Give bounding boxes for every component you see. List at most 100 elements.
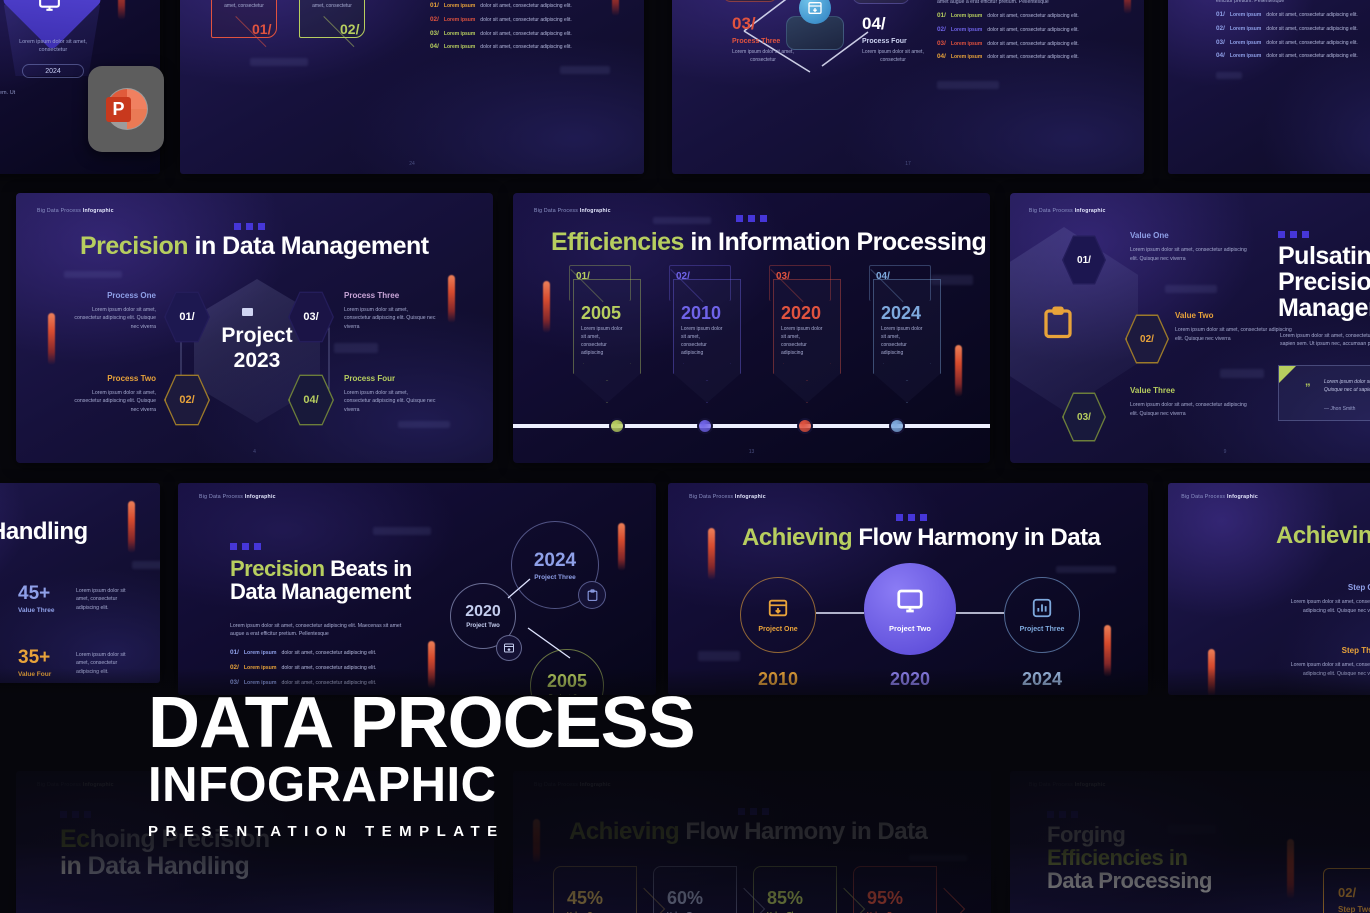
slide-forging-efficiencies[interactable]: Big Data Process Infographic Forging Eff…: [1010, 771, 1370, 913]
process-block-1: Process One Lorem ipsum dolor sit amet, …: [66, 291, 156, 331]
year-card-year: 2005: [581, 303, 622, 323]
slide-paragraph: Lorem ipsum dolor sit amet, consectetur …: [1216, 0, 1285, 4]
process-text: Lorem ipsum dolor sit amet, consectetur: [862, 49, 924, 63]
slide-title-line1: Pulsating: [1278, 242, 1370, 270]
blur-decoration: [1220, 369, 1264, 378]
year-card-number: 04/: [876, 271, 890, 282]
stat-text: Lorem ipsum dolor sit amet, consectetur …: [76, 588, 126, 611]
process-text: Lorem ipsum dolor sit amet, consectetur …: [74, 307, 156, 330]
step-text: Lorem ipsum dolor sit amet, consectetur …: [1290, 599, 1370, 614]
slide-excellence-in-data-management[interactable]: Step One Lorem ipsum dolor sit amet, con…: [180, 0, 644, 174]
process-text: Lorem ipsum dolor sit amet, consectetur …: [344, 390, 436, 413]
powerpoint-app-icon[interactable]: P: [88, 66, 164, 152]
year-card-text: Lorem ipsum dolor sit amet, consectetur …: [781, 326, 823, 356]
monitor-icon: [897, 589, 923, 612]
list-text: dolor sit amet, consectetur adipiscing e…: [480, 30, 572, 37]
timeline-dot[interactable]: [609, 418, 625, 434]
value-block-1: Value One Lorem ipsum dolor sit amet, co…: [1130, 231, 1255, 263]
page-number: 17: [905, 160, 911, 167]
step-number: 01/: [252, 21, 272, 37]
slide-data-handling-stats[interactable]: a Handling 45+ Value Three Lorem ipsum d…: [0, 483, 160, 683]
slide-title-line3: Data Processing: [1047, 868, 1212, 893]
blur-decoration: [937, 81, 999, 89]
clipboard-icon: [587, 588, 597, 601]
hero-title-block: DATA PROCESS INFOGRAPHIC PRESENTATION TE…: [0, 687, 820, 841]
page-number: 24: [409, 160, 415, 167]
process-block-2: Process Two Lorem ipsum dolor sit amet, …: [66, 374, 156, 414]
timeline-dot[interactable]: [889, 418, 905, 434]
hero-subtitle: INFOGRAPHIC: [148, 757, 497, 812]
flow-node-project-one[interactable]: Project One: [740, 577, 816, 653]
powerpoint-icon: P: [106, 88, 148, 130]
brand-label: Big Data Process Infographic: [533, 207, 611, 214]
list-text: dolor sit amet, consectetur adipiscing e…: [480, 3, 572, 9]
flow-node-project-three[interactable]: Project Three: [1004, 577, 1080, 653]
blur-decoration: [1216, 72, 1242, 79]
monitor-icon: [39, 0, 60, 11]
numbered-list: 01/Lorem ipsum dolor sit amet, consectet…: [1216, 11, 1370, 66]
footer-line-a: nec ut sapien sem. Ut: [0, 90, 16, 96]
list-item: 01/Lorem ipsum dolor sit amet, consectet…: [430, 2, 640, 9]
timeline-bar: [513, 424, 990, 428]
list-number: 03/: [1216, 38, 1225, 46]
year-card-list: 01/2005 Lorem ipsum dolor sit amet, conse…: [538, 265, 983, 405]
title-rest: Data Handling: [81, 852, 250, 880]
list-lead: Lorem ipsum: [1229, 53, 1262, 60]
list-number: 03/: [937, 39, 946, 47]
list-item: 04/Lorem ipsum dolor sit amet, consectet…: [430, 43, 640, 50]
step-number: 02/: [1338, 885, 1357, 900]
flow-node-project-two[interactable]: Project Two: [864, 563, 956, 655]
flow-year: 2024: [1021, 669, 1063, 689]
value-label: Value Three: [1130, 386, 1175, 395]
percent-value: 60%: [667, 888, 704, 908]
circle-year: 2020: [465, 603, 501, 620]
circle-icon-badge: [578, 581, 606, 609]
process-label: Process Three: [344, 291, 400, 300]
slide-achieving-flow-steps[interactable]: Big Data Process Infographic Achieving F…: [1168, 483, 1370, 695]
slide-efficiencies-in-information-processing[interactable]: Big Data Process Infographic Efficiencie…: [513, 193, 990, 463]
flow-year: 2020: [889, 669, 931, 689]
timeline-dot[interactable]: [697, 418, 713, 434]
slide-waves-of-information[interactable]: the Waves of Information Lorem ipsum dol…: [1168, 0, 1370, 174]
process-group: 03/ Process Three Lorem ipsum dolor sit …: [732, 14, 794, 65]
process-label: Process One: [107, 291, 156, 300]
pentagon-year: 2024: [22, 64, 84, 78]
title-lead: in: [60, 852, 82, 880]
step-card[interactable]: 02/ Step Two: [1323, 868, 1370, 913]
step-block-3: Step Three Lorem ipsum dolor sit amet, c…: [1278, 646, 1370, 678]
process-label: Process Three: [732, 38, 781, 45]
list-text: dolor sit amet, consectetur adipiscing e…: [1266, 39, 1358, 46]
slide-title-line2: in Data Handling: [60, 852, 250, 880]
blur-decoration: [1168, 825, 1216, 834]
step-label: Step Three: [1341, 646, 1370, 655]
process-block-4: Process Four Lorem ipsum dolor sit amet,…: [344, 374, 436, 414]
node-number: 02/: [179, 394, 195, 406]
slide-efficiency-in-data-flow[interactable]: 03/ Process Three Lorem ipsum dolor sit …: [672, 0, 1144, 174]
list-lead: Lorem ipsum: [1229, 25, 1262, 32]
list-number: 01/: [1216, 11, 1225, 18]
flame-decoration: [1287, 839, 1294, 899]
list-number: 03/: [430, 29, 439, 37]
chart-bar-icon: [1032, 598, 1052, 618]
list-text: dolor sit amet, consectetur adipiscing e…: [1266, 25, 1358, 32]
list-number: 02/: [430, 15, 439, 23]
value-number: 02/: [1140, 333, 1154, 345]
slide-pulsating-precision[interactable]: Big Data Process Infographic 01/ 02/ 03/…: [1010, 193, 1370, 463]
hero-tagline: PRESENTATION TEMPLATE: [148, 823, 505, 841]
list-number: 04/: [937, 53, 946, 61]
slide-precision-in-data-management[interactable]: Big Data Process Infographic Precision i…: [16, 193, 493, 463]
timeline-dot[interactable]: [797, 418, 813, 434]
step-text: Lorem ipsum dolor sit amet, consectetur …: [1290, 662, 1370, 677]
process-number: 04/: [862, 14, 886, 33]
slide-precision-beats[interactable]: Big Data Process Infographic Precision B…: [178, 483, 656, 695]
step-text: Lorem ipsum dolor sit amet, consectetur: [220, 0, 268, 9]
title-highlight: Achieving: [1276, 522, 1370, 549]
list-number: 01/: [430, 2, 439, 9]
process-text: Lorem ipsum dolor sit amet, consectetur …: [344, 307, 436, 330]
screenshot-root: Lorem ipsum dolor sit amet, consectetur …: [0, 0, 1370, 913]
slide-achieving-flow-harmony[interactable]: Big Data Process Infographic Achieving F…: [668, 483, 1148, 695]
list-item: 02/Lorem ipsum dolor sit amet, consectet…: [937, 26, 1117, 33]
clipboard-icon: [1044, 306, 1072, 339]
step-number: 02/: [340, 21, 360, 37]
year-card-year: 2024: [881, 303, 922, 323]
